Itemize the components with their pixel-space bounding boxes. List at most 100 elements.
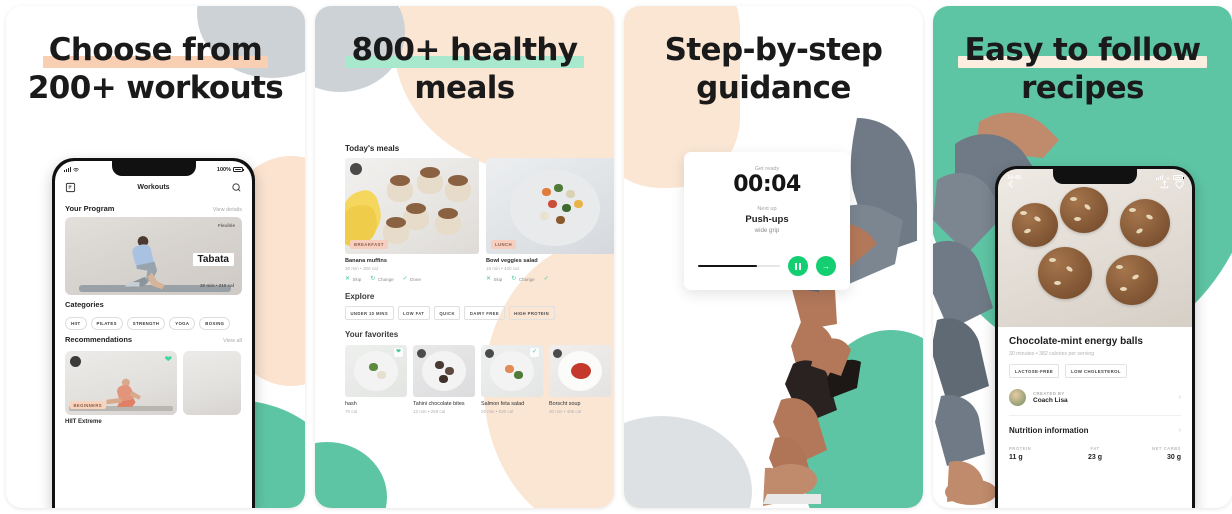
recipe-tag-lactose-free[interactable]: LACTOSE-FREE [1009,364,1060,378]
category-chip-boxing[interactable]: BOXING [199,317,231,330]
nutrition-title: Nutrition information [1009,426,1089,435]
avatar [485,349,494,358]
notes-icon[interactable] [65,182,76,193]
status-bar-left [64,167,79,173]
status-bar: 14:45 [998,169,1192,185]
check-icon: ✓ [402,276,408,282]
status-bar-time: 14:45 [1007,174,1022,181]
search-icon[interactable] [231,182,242,193]
recipe-title: Chocolate-mint energy balls [1009,336,1143,347]
created-by-label: CREATED BY [1033,390,1065,396]
recommendation-card-next[interactable] [183,351,252,425]
close-icon: ✕ [345,276,351,282]
explore-tag-dairy-free[interactable]: DAIRY FREE [464,306,505,320]
skip-button[interactable]: → [816,256,836,277]
meal-badge-lunch: LUNCH [491,240,517,249]
skip-action-lunch[interactable]: ✕ Skip [486,276,502,282]
workout-progress-bar[interactable] [698,265,780,268]
headline-line-2: guidance [696,69,851,106]
category-chip-pilates[interactable]: PILATES [90,317,123,330]
favorites-title: Your favorites [345,330,399,339]
hero-workout-name: Tabata [192,253,234,266]
check-icon[interactable]: ✓ [530,348,539,357]
skip-action-breakfast[interactable]: ✕ Skip [345,276,361,282]
done-action-breakfast[interactable]: ✓ Done [403,276,421,282]
nutrition-value-net-carbs: 30 g [1166,454,1181,461]
recipe-subtitle: 30 minutes • 382 calories per serving [1009,351,1095,357]
headline-line-1: Easy to follow [958,32,1207,70]
your-program-section-header: Your Program View details [55,199,252,217]
recipe-tag-list: LACTOSE-FREE LOW CHOLESTEROL [1009,357,1181,378]
meal-card-breakfast[interactable]: BREAKFAST Banana muffins 30 min • 300 ca… [345,158,479,282]
recipe-details: Chocolate-mint energy balls 30 minutes •… [998,327,1192,461]
category-chip-yoga[interactable]: YOGA [169,317,196,330]
refresh-icon: ↻ [370,276,376,282]
headline-line-2: 200+ workouts [27,69,284,106]
view-details-link[interactable]: View details [213,207,242,213]
recipe-tag-low-cholesterol[interactable]: LOW CHOLESTEROL [1065,364,1127,378]
change-action-lunch[interactable]: ↻ Change [511,276,534,282]
recipe-hero-image [998,169,1192,327]
view-all-link[interactable]: View all [223,338,242,344]
recommendation-title: HIIT Extreme [65,419,102,425]
meal-image-breakfast: BREAKFAST [345,158,479,254]
bowl [422,351,466,391]
favorite-card-4[interactable]: Borscht soup 30 min • 406 cal [549,345,611,414]
explore-tag-high-protein[interactable]: HIGH PROTEIN [508,306,555,320]
heart-icon[interactable]: ❤ [164,355,172,364]
favorite-title-4: Borscht soup [549,401,581,407]
category-chip-hiit[interactable]: HIIT [65,317,87,330]
favorite-card-1[interactable]: ❤ hash 70 cal [345,345,407,414]
explore-tag-quick[interactable]: QUICK [433,306,461,320]
panel-1-headline: Choose from 200+ workouts [6,32,305,108]
wifi-icon [72,167,79,172]
screenshot-gallery: Choose from 200+ workouts 100% Workouts … [0,0,1232,514]
panel-4-headline: Easy to follow recipes [933,32,1232,108]
recipe-author-row[interactable]: CREATED BY Coach Lisa › [1009,378,1181,416]
store-screenshot-panel-4[interactable]: Easy to follow recipes 14:45 Chocolate-m… [933,6,1232,508]
favorite-card-2[interactable]: Tahini chocolate bites 12 min • 258 cal [413,345,475,414]
recommendation-card[interactable]: ❤ BEGINNERS HIIT Extreme [65,351,177,425]
recommendation-image: ❤ BEGINNERS [65,351,177,415]
program-hero-card[interactable]: Flexible Tabata 30 min • 210 cal [65,217,242,295]
meal-title-lunch: Bowl veggies salad [486,258,538,264]
nav-title: Workouts [137,184,170,191]
todays-meals-list: BREAKFAST Banana muffins 30 min • 300 ca… [345,158,614,282]
explore-tag-under-10-mins[interactable]: UNDER 10 MINS [345,306,394,320]
signal-icon [1156,175,1163,180]
explore-tag-list: UNDER 10 MINS LOW FAT QUICK DAIRY FREE H… [345,306,614,320]
decorative-blob-green [315,442,387,508]
favorite-card-3[interactable]: ✓ Salmon feta salad 20 min • 530 cal [481,345,543,414]
recommendations-title: Recommendations [65,335,133,344]
recommendation-badge: BEGINNERS [70,401,106,409]
recommendations-section-header: Recommendations View all [55,330,252,348]
meals-app-screen: Today's meals BREAKFAST Banana muffins 3… [345,144,614,414]
signal-icon [64,167,71,172]
nutrition-header-row[interactable]: Nutrition information › [1009,416,1181,442]
store-screenshot-panel-1[interactable]: Choose from 200+ workouts 100% Workouts … [6,6,305,508]
recommendation-list: ❤ BEGINNERS HIIT Extreme [55,348,252,425]
favorite-sub-3: 20 min • 530 cal [481,409,514,414]
explore-tag-low-fat[interactable]: LOW FAT [397,306,430,320]
author-block: CREATED BY Coach Lisa [1033,391,1068,405]
close-icon: ✕ [486,276,492,282]
meal-title-breakfast: Banana muffins [345,258,387,264]
meal-card-lunch[interactable]: LUNCH Bowl veggies salad 15 min • 420 ca… [486,158,614,282]
pause-button[interactable] [788,256,808,277]
category-chip-strength[interactable]: STRENGTH [126,317,166,330]
battery-icon [1173,175,1184,180]
meal-actions-lunch: ✕ Skip ↻ Change ✓ [486,271,614,282]
change-action-breakfast[interactable]: ↻ Change [370,276,393,282]
arrow-right-icon: → [822,261,830,271]
energy-ball-4 [1038,247,1092,299]
soup [571,363,591,379]
store-screenshot-panel-3[interactable]: Step-by-step guidance Get ready 00:04 Ne… [624,6,923,508]
store-screenshot-panel-2[interactable]: 800+ healthy meals Today's meals BREAKFA… [315,6,614,508]
plate [510,170,600,246]
done-label: Done [410,276,421,282]
heart-icon[interactable]: ❤ [394,348,403,357]
done-action-lunch[interactable]: ✓ [544,276,549,282]
food-bit [505,365,514,373]
muffin-1 [387,175,413,202]
battery-icon [233,167,244,172]
